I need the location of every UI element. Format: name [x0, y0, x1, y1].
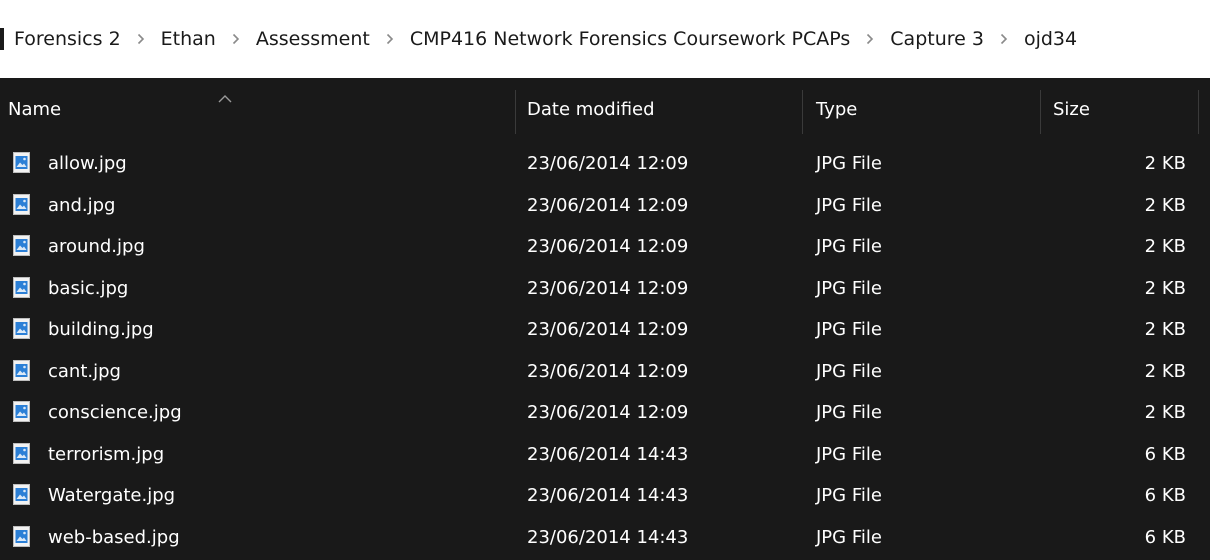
file-name: allow.jpg	[48, 153, 127, 175]
file-size: 2 KB	[1144, 194, 1186, 216]
file-date-modified: 23/06/2014 12:09	[527, 277, 689, 299]
file-type: JPG File	[816, 402, 882, 424]
file-type: JPG File	[816, 153, 882, 175]
file-type: JPG File	[816, 236, 882, 258]
file-name: Watergate.jpg	[48, 485, 176, 507]
breadcrumb-item-ethan[interactable]: Ethan	[157, 28, 220, 50]
image-file-icon	[13, 525, 30, 547]
file-size: 2 KB	[1144, 277, 1186, 299]
file-date-modified: 23/06/2014 12:09	[527, 194, 689, 216]
column-divider[interactable]	[515, 90, 516, 134]
image-file-icon	[13, 193, 30, 215]
breadcrumb-item-ojd34[interactable]: ojd34	[1020, 28, 1081, 50]
file-date-modified: 23/06/2014 14:43	[527, 443, 689, 465]
file-date-modified: 23/06/2014 12:09	[527, 402, 689, 424]
file-type: JPG File	[816, 443, 882, 465]
breadcrumb-item-cmp416[interactable]: CMP416 Network Forensics Coursework PCAP…	[406, 28, 854, 50]
breadcrumb-item-capture-3[interactable]: Capture 3	[886, 28, 988, 50]
column-header-type-label: Type	[816, 98, 858, 120]
file-name: terrorism.jpg	[48, 443, 165, 465]
file-type: JPG File	[816, 485, 882, 507]
file-size: 2 KB	[1144, 402, 1186, 424]
file-type: JPG File	[816, 194, 882, 216]
image-file-icon	[13, 318, 30, 339]
chevron-right-icon[interactable]	[854, 33, 886, 45]
chevron-right-icon[interactable]	[125, 33, 157, 45]
file-name: building.jpg	[48, 319, 154, 341]
file-date-modified: 23/06/2014 12:09	[527, 236, 689, 258]
file-list: allow.jpg 23/06/2014 12:09 JPG File 2 KB…	[0, 143, 1210, 558]
file-row[interactable]: allow.jpg 23/06/2014 12:09 JPG File 2 KB	[0, 143, 1210, 185]
file-row[interactable]: around.jpg 23/06/2014 12:09 JPG File 2 K…	[0, 226, 1210, 268]
image-file-icon	[13, 152, 30, 173]
file-row[interactable]: building.jpg 23/06/2014 12:09 JPG File 2…	[0, 309, 1210, 351]
column-divider[interactable]	[1198, 90, 1199, 134]
column-header-date-modified[interactable]: Date modified	[527, 78, 797, 140]
file-type: JPG File	[816, 319, 882, 341]
column-header-type[interactable]: Type	[816, 78, 1036, 140]
file-size: 2 KB	[1144, 153, 1186, 175]
file-date-modified: 23/06/2014 12:09	[527, 319, 689, 341]
column-header-name[interactable]: Name	[8, 78, 508, 140]
file-size: 6 KB	[1144, 443, 1186, 465]
file-size: 2 KB	[1144, 319, 1186, 341]
image-file-icon	[13, 484, 30, 505]
column-header-row: Name Date modified Type Size	[0, 78, 1210, 140]
file-date-modified: 23/06/2014 12:09	[527, 360, 689, 382]
file-date-modified: 23/06/2014 14:43	[527, 526, 689, 548]
file-row[interactable]: basic.jpg 23/06/2014 12:09 JPG File 2 KB	[0, 268, 1210, 310]
file-row[interactable]: terrorism.jpg 23/06/2014 14:43 JPG File …	[0, 434, 1210, 476]
file-name: web-based.jpg	[48, 526, 180, 548]
file-row[interactable]: conscience.jpg 23/06/2014 12:09 JPG File…	[0, 392, 1210, 434]
breadcrumb-item-forensics-2[interactable]: Forensics 2	[10, 28, 125, 50]
file-name: and.jpg	[48, 194, 116, 216]
file-row[interactable]: and.jpg 23/06/2014 12:09 JPG File 2 KB	[0, 185, 1210, 227]
image-file-icon	[13, 235, 30, 256]
file-size: 2 KB	[1144, 360, 1186, 382]
file-type: JPG File	[816, 277, 882, 299]
file-size: 6 KB	[1144, 526, 1186, 548]
image-file-icon	[13, 401, 30, 422]
file-type: JPG File	[816, 526, 882, 548]
breadcrumb: Forensics 2 Ethan Assessment CMP416 Netw…	[0, 0, 1210, 78]
file-row[interactable]: web-based.jpg 23/06/2014 14:43 JPG File …	[0, 517, 1210, 559]
file-name: around.jpg	[48, 236, 145, 258]
chevron-right-icon[interactable]	[374, 33, 406, 45]
image-file-icon	[13, 442, 30, 464]
column-header-size[interactable]: Size	[1053, 78, 1193, 140]
breadcrumb-item-assessment[interactable]: Assessment	[252, 28, 374, 50]
file-name: conscience.jpg	[48, 402, 182, 424]
image-file-icon	[13, 359, 30, 381]
file-name: cant.jpg	[48, 360, 121, 382]
file-row[interactable]: cant.jpg 23/06/2014 12:09 JPG File 2 KB	[0, 351, 1210, 393]
file-size: 6 KB	[1144, 485, 1186, 507]
column-header-size-label: Size	[1053, 98, 1090, 120]
address-bar-edge	[0, 28, 4, 50]
chevron-right-icon[interactable]	[220, 33, 252, 45]
column-header-name-label: Name	[8, 98, 62, 120]
file-name: basic.jpg	[48, 277, 129, 299]
column-divider[interactable]	[802, 90, 803, 134]
image-file-icon	[13, 276, 30, 298]
file-date-modified: 23/06/2014 14:43	[527, 485, 689, 507]
file-row[interactable]: Watergate.jpg 23/06/2014 14:43 JPG File …	[0, 475, 1210, 517]
column-header-date-label: Date modified	[527, 98, 655, 120]
chevron-right-icon[interactable]	[988, 33, 1020, 45]
column-divider[interactable]	[1040, 90, 1041, 134]
file-type: JPG File	[816, 360, 882, 382]
file-date-modified: 23/06/2014 12:09	[527, 153, 689, 175]
file-size: 2 KB	[1144, 236, 1186, 258]
file-explorer-window: Forensics 2 Ethan Assessment CMP416 Netw…	[0, 0, 1210, 560]
